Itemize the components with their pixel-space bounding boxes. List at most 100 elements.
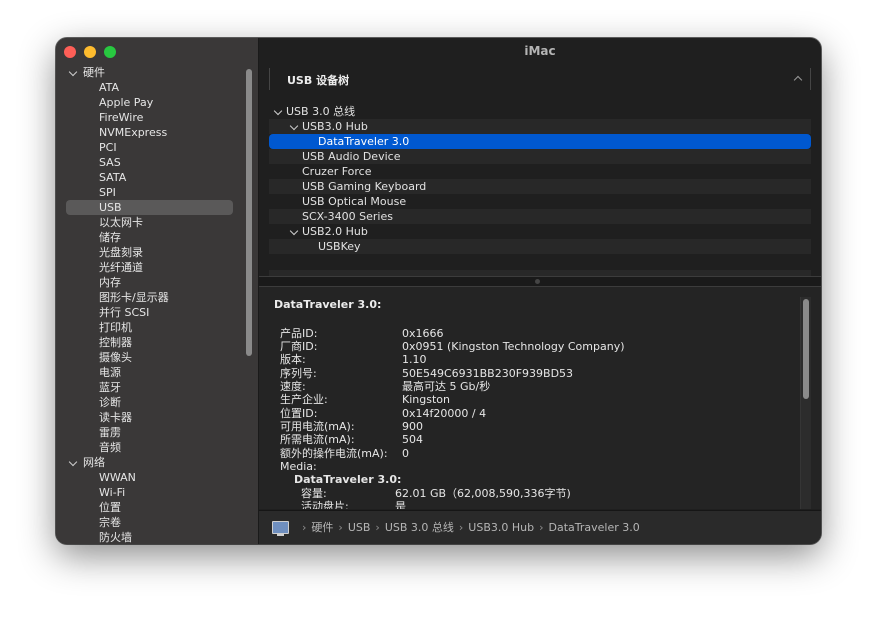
sidebar-item-wwan[interactable]: WWAN <box>56 470 258 485</box>
sidebar-item-nvmexpress[interactable]: NVMExpress <box>56 125 258 140</box>
sidebar-item-spi[interactable]: SPI <box>56 185 258 200</box>
sidebar: 硬件 ATA Apple Pay FireWire NVMExpress PCI… <box>56 38 259 544</box>
chevron-right-icon: › <box>302 520 307 534</box>
sidebar-item-label: ATA <box>99 81 120 94</box>
detail-key: 额外的操作电流(mA): <box>280 447 388 460</box>
tree-row-usb30-hub[interactable]: USB3.0 Hub <box>269 119 811 134</box>
tree-row-usb-audio-device[interactable]: USB Audio Device <box>269 149 811 164</box>
sidebar-item-printers[interactable]: 打印机 <box>56 320 258 335</box>
tree-row-usbkey[interactable]: USBKey <box>269 239 811 254</box>
sidebar-item-label: 以太网卡 <box>99 216 143 229</box>
detail-key: 速度: <box>280 380 306 393</box>
sidebar-item-wifi[interactable]: Wi-Fi <box>56 485 258 500</box>
breadcrumb-item[interactable]: USB 3.0 总线 <box>385 519 454 535</box>
sidebar-item-storage[interactable]: 储存 <box>56 230 258 245</box>
sidebar-group-hardware[interactable]: 硬件 <box>56 65 258 80</box>
sidebar-item-audio[interactable]: 音频 <box>56 440 258 455</box>
chevron-down-icon[interactable] <box>68 457 78 467</box>
tree-row-label: USB 3.0 总线 <box>286 105 356 118</box>
sidebar-item-disc-burning[interactable]: 光盘刻录 <box>56 245 258 260</box>
detail-row: 速度: 最高可达 5 Gb/秒 <box>280 380 490 393</box>
sidebar-item-locations[interactable]: 位置 <box>56 500 258 515</box>
usb-device-tree: USB 3.0 总线 USB3.0 Hub DataTraveler 3.0 U… <box>269 104 811 279</box>
sidebar-item-power[interactable]: 电源 <box>56 365 258 380</box>
sidebar-item-pci[interactable]: PCI <box>56 140 258 155</box>
section-title: USB 设备树 <box>287 74 350 87</box>
sidebar-item-label: 储存 <box>99 231 121 244</box>
traffic-lights <box>64 46 116 58</box>
sidebar-item-label: 电源 <box>99 366 121 379</box>
detail-value: 1.10 <box>402 353 427 366</box>
detail-row: 产品ID: 0x1666 <box>280 327 444 340</box>
detail-value: 0x0951 (Kingston Technology Company) <box>402 340 625 353</box>
sidebar-item-label: 音频 <box>99 441 121 454</box>
sidebar-scrollbar[interactable] <box>246 69 252 356</box>
detail-key: 所需电流(mA): <box>280 433 355 446</box>
tree-row-label: Cruzer Force <box>302 165 372 178</box>
tree-row-datatraveler[interactable]: DataTraveler 3.0 <box>269 134 811 149</box>
minimize-button[interactable] <box>84 46 96 58</box>
details-scrollbar[interactable] <box>803 299 809 399</box>
sidebar-item-ata[interactable]: ATA <box>56 80 258 95</box>
sidebar-item-label: 位置 <box>99 501 121 514</box>
detail-key: 活动盘片: <box>301 500 349 509</box>
sidebar-item-label: Wi-Fi <box>99 486 126 499</box>
sidebar-item-memory[interactable]: 内存 <box>56 275 258 290</box>
detail-row: 位置ID: 0x14f20000 / 4 <box>280 407 486 420</box>
tree-row-gaming-keyboard[interactable]: USB Gaming Keyboard <box>269 179 811 194</box>
sidebar-group-network[interactable]: 网络 <box>56 455 258 470</box>
sidebar-item-label: USB <box>99 201 122 214</box>
detail-key: 容量: <box>301 487 327 500</box>
sidebar-item-apple-pay[interactable]: Apple Pay <box>56 95 258 110</box>
sidebar-item-diagnostics[interactable]: 诊断 <box>56 395 258 410</box>
sidebar-item-firewall[interactable]: 防火墙 <box>56 530 258 544</box>
chevron-up-icon[interactable] <box>793 75 803 85</box>
chevron-right-icon: › <box>458 520 464 534</box>
sidebar-item-fibre-channel[interactable]: 光纤通道 <box>56 260 258 275</box>
sidebar-item-thunderbolt[interactable]: 雷雳 <box>56 425 258 440</box>
tree-row-usb30-bus[interactable]: USB 3.0 总线 <box>269 104 811 119</box>
tree-row-cruzer-force[interactable]: Cruzer Force <box>269 164 811 179</box>
sidebar-item-sata[interactable]: SATA <box>56 170 258 185</box>
window-title: iMac <box>524 44 556 58</box>
breadcrumb-item[interactable]: DataTraveler 3.0 <box>549 521 640 534</box>
section-header[interactable]: USB 设备树 <box>269 68 811 90</box>
breadcrumb-item[interactable]: USB3.0 Hub <box>468 521 534 534</box>
sidebar-item-volumes[interactable]: 宗卷 <box>56 515 258 530</box>
sidebar-item-controller[interactable]: 控制器 <box>56 335 258 350</box>
detail-row: 容量: 62.01 GB（62,008,590,336字节) <box>301 487 571 500</box>
detail-key: 可用电流(mA): <box>280 420 355 433</box>
computer-icon[interactable] <box>272 520 289 536</box>
sidebar-item-firewire[interactable]: FireWire <box>56 110 258 125</box>
tree-row-label: DataTraveler 3.0 <box>318 135 410 148</box>
sidebar-group-label: 硬件 <box>83 66 105 79</box>
detail-row: 活动盘片: 是 <box>301 500 406 509</box>
chevron-down-icon[interactable] <box>273 106 283 116</box>
sidebar-item-label: SAS <box>99 156 121 169</box>
sidebar-item-label: Apple Pay <box>99 96 154 109</box>
chevron-down-icon[interactable] <box>68 67 78 77</box>
sidebar-item-label: 摄像头 <box>99 351 132 364</box>
chevron-down-icon[interactable] <box>289 226 299 236</box>
tree-row-scx-3400[interactable]: SCX-3400 Series <box>269 209 811 224</box>
zoom-button[interactable] <box>104 46 116 58</box>
tree-row-optical-mouse[interactable]: USB Optical Mouse <box>269 194 811 209</box>
close-button[interactable] <box>64 46 76 58</box>
sidebar-item-label: 打印机 <box>99 321 132 334</box>
tree-row-usb20-hub[interactable]: USB2.0 Hub <box>269 224 811 239</box>
sidebar-item-usb[interactable]: USB <box>56 200 258 215</box>
sidebar-item-label: NVMExpress <box>99 126 168 139</box>
split-divider[interactable] <box>259 276 821 287</box>
breadcrumb-item[interactable]: USB <box>348 521 371 534</box>
chevron-down-icon[interactable] <box>289 121 299 131</box>
sidebar-item-ethernet[interactable]: 以太网卡 <box>56 215 258 230</box>
breadcrumb-item[interactable]: 硬件 <box>311 519 333 535</box>
detail-row: 生产企业: Kingston <box>280 393 450 406</box>
sidebar-item-sas[interactable]: SAS <box>56 155 258 170</box>
sidebar-item-graphics-displays[interactable]: 图形卡/显示器 <box>56 290 258 305</box>
detail-value: 是 <box>395 500 406 509</box>
sidebar-item-camera[interactable]: 摄像头 <box>56 350 258 365</box>
sidebar-item-parallel-scsi[interactable]: 并行 SCSI <box>56 305 258 320</box>
sidebar-item-bluetooth[interactable]: 蓝牙 <box>56 380 258 395</box>
sidebar-item-card-reader[interactable]: 读卡器 <box>56 410 258 425</box>
